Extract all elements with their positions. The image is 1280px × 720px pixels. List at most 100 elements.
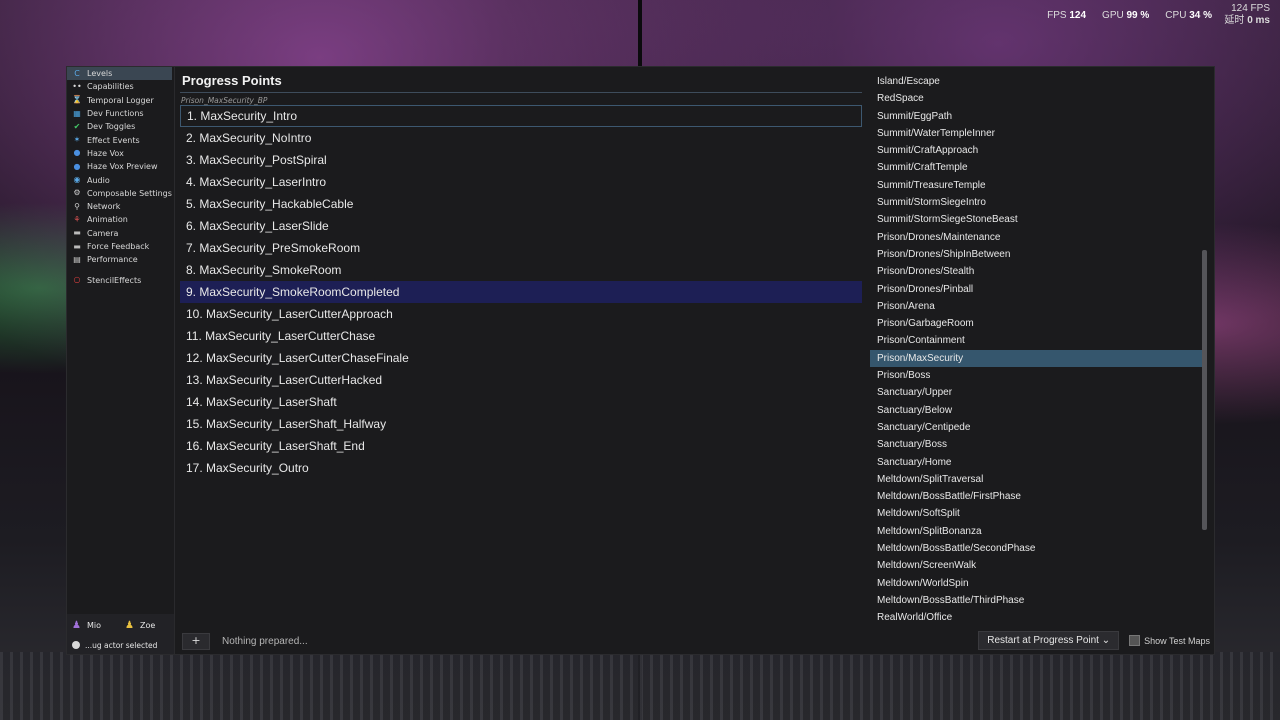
progress-point-item[interactable]: 16. MaxSecurity_LaserShaft_End <box>180 435 862 457</box>
level-item[interactable]: Meltdown/SplitTraversal <box>870 471 1202 488</box>
level-item[interactable]: Prison/Containment <box>870 332 1202 349</box>
progress-point-item[interactable]: 11. MaxSecurity_LaserCutterChase <box>180 325 862 347</box>
restart-at-progress-point-button[interactable]: Restart at Progress Point ⌄ <box>978 631 1120 650</box>
sidebar-item-label: Dev Functions <box>87 109 144 119</box>
actor-selection[interactable]: ...ug actor selected <box>67 636 174 654</box>
level-item[interactable]: Meltdown/SplitBonanza <box>870 523 1202 540</box>
progress-point-item[interactable]: 10. MaxSecurity_LaserCutterApproach <box>180 303 862 325</box>
level-item[interactable]: Meltdown/BossBattle/SecondPhase <box>870 540 1202 557</box>
sidebar-item-dev-toggles[interactable]: ✔ Dev Toggles <box>67 120 174 133</box>
progress-point-item[interactable]: 2. MaxSecurity_NoIntro <box>180 127 862 149</box>
sidebar-item-audio[interactable]: ◉ Audio <box>67 173 174 186</box>
sidebar-footer: ♟ Mio ♟ Zoe ...ug actor selected <box>67 614 174 654</box>
sidebar-item-haze-vox[interactable]: ● Haze Vox <box>67 147 174 160</box>
progress-point-item[interactable]: 4. MaxSecurity_LaserIntro <box>180 171 862 193</box>
sidebar-item-icon: ✔ <box>73 121 81 131</box>
sidebar-item-temporal-logger[interactable]: ⌛ Temporal Logger <box>67 94 174 107</box>
sidebar-item-label: Audio <box>87 175 110 185</box>
progress-points-list: 1. MaxSecurity_Intro 2. MaxSecurity_NoInt… <box>180 105 862 479</box>
progress-points-box: Prison_MaxSecurity_BP 1. MaxSecurity_Int… <box>180 96 862 479</box>
sidebar-item-camera[interactable]: ▬ Camera <box>67 227 174 240</box>
level-item[interactable]: Sanctuary/Upper <box>870 384 1202 401</box>
level-item[interactable]: Sanctuary/Below <box>870 402 1202 419</box>
level-item[interactable]: Summit/TreasureTemple <box>870 177 1202 194</box>
sidebar-item-icon: ✶ <box>73 135 81 145</box>
level-item[interactable]: Prison/Arena <box>870 298 1202 315</box>
level-item[interactable]: Meltdown/BossBattle/ThirdPhase <box>870 592 1202 609</box>
progress-point-item[interactable]: 13. MaxSecurity_LaserCutterHacked <box>180 369 862 391</box>
sidebar-item-performance[interactable]: ▤ Performance <box>67 253 174 266</box>
player-zoe[interactable]: ♟ Zoe <box>125 620 174 631</box>
sidebar-item-icon: ▬ <box>73 228 81 238</box>
level-item[interactable]: RealWorld/Office <box>870 609 1202 626</box>
sidebar: C Levels •• Capabilities ⌛ Temporal Logger ▦ De… <box>67 67 175 654</box>
level-item[interactable]: Prison/Boss <box>870 367 1202 384</box>
sidebar-item-label: Effect Events <box>87 135 140 145</box>
gpu-stat: GPU 99 % <box>1102 10 1150 21</box>
sidebar-item-label: Camera <box>87 228 119 238</box>
level-item[interactable]: Prison/Drones/Maintenance <box>870 229 1202 246</box>
person-icon: ♟ <box>72 619 81 631</box>
fps-overlay: 124 FPS 延时 0 ms <box>1224 3 1270 27</box>
level-item[interactable]: Summit/StormSiegeStoneBeast <box>870 211 1202 228</box>
level-item[interactable]: Summit/EggPath <box>870 108 1202 125</box>
level-item[interactable]: Summit/CraftApproach <box>870 142 1202 159</box>
sidebar-item-stencil-effects[interactable]: ○ StencilEffects <box>67 273 174 286</box>
show-test-maps-toggle[interactable]: Show Test Maps <box>1129 635 1210 646</box>
progress-point-item[interactable]: 17. MaxSecurity_Outro <box>180 457 862 479</box>
level-item[interactable]: Sanctuary/Home <box>870 454 1202 471</box>
person-icon: ♟ <box>125 619 134 631</box>
level-item[interactable]: Summit/CraftTemple <box>870 159 1202 176</box>
sidebar-item-capabilities[interactable]: •• Capabilities <box>67 80 174 93</box>
progress-point-item[interactable]: 1. MaxSecurity_Intro <box>180 105 862 127</box>
progress-point-item[interactable]: 5. MaxSecurity_HackableCable <box>180 193 862 215</box>
level-item[interactable]: Meltdown/ScreenWalk <box>870 557 1202 574</box>
level-item[interactable]: Meltdown/WorldSpin <box>870 575 1202 592</box>
background-floor <box>0 652 1280 720</box>
sidebar-item-label: Temporal Logger <box>87 95 154 105</box>
sidebar-item-network[interactable]: ⚲ Network <box>67 200 174 213</box>
sidebar-item-haze-vox-preview[interactable]: ● Haze Vox Preview <box>67 160 174 173</box>
progress-point-item[interactable]: 15. MaxSecurity_LaserShaft_Halfway <box>180 413 862 435</box>
level-item[interactable]: Island/Escape <box>870 73 1202 90</box>
level-item[interactable]: Prison/Drones/Stealth <box>870 263 1202 280</box>
level-item[interactable]: Prison/Drones/ShipInBetween <box>870 246 1202 263</box>
level-item[interactable]: Sanctuary/Boss <box>870 436 1202 453</box>
dev-menu-window: C Levels •• Capabilities ⌛ Temporal Logger ▦ De… <box>66 66 1215 655</box>
level-item[interactable]: Summit/WaterTempleInner <box>870 125 1202 142</box>
sidebar-item-label: Haze Vox <box>87 148 124 158</box>
level-item[interactable]: Sanctuary/Centipede <box>870 419 1202 436</box>
level-item[interactable]: Prison/GarbageRoom <box>870 315 1202 332</box>
sidebar-item-animation[interactable]: ⚘ Animation <box>67 213 174 226</box>
sidebar-item-icon: ▬ <box>73 241 81 251</box>
sidebar-item-levels[interactable]: C Levels <box>67 67 172 81</box>
progress-point-item[interactable]: 12. MaxSecurity_LaserCutterChaseFinale <box>180 347 862 369</box>
sidebar-item-composable-settings[interactable]: ⚙ Composable Settings <box>67 187 174 200</box>
sidebar-item-force-feedback[interactable]: ▬ Force Feedback <box>67 240 174 253</box>
level-list-scrollbar[interactable] <box>1202 250 1207 530</box>
progress-point-item[interactable]: 7. MaxSecurity_PreSmokeRoom <box>180 237 862 259</box>
progress-point-item[interactable]: 8. MaxSecurity_SmokeRoom <box>180 259 862 281</box>
level-item[interactable]: Meltdown/BossBattle/FirstPhase <box>870 488 1202 505</box>
level-item[interactable]: Meltdown/SoftSplit <box>870 505 1202 522</box>
ring-icon: ○ <box>73 275 81 285</box>
player-mio[interactable]: ♟ Mio <box>72 620 121 631</box>
sidebar-item-dev-functions[interactable]: ▦ Dev Functions <box>67 107 174 120</box>
add-button[interactable]: + <box>182 633 210 650</box>
level-item[interactable]: Summit/StormSiegeIntro <box>870 194 1202 211</box>
sidebar-item-effect-events[interactable]: ✶ Effect Events <box>67 133 174 146</box>
sidebar-item-icon: •• <box>72 81 82 91</box>
prepare-status: Nothing prepared... <box>222 636 308 647</box>
progress-point-item[interactable]: 3. MaxSecurity_PostSpiral <box>180 149 862 171</box>
level-item[interactable]: Prison/MaxSecurity <box>870 349 1202 368</box>
show-test-maps-checkbox[interactable] <box>1129 635 1141 646</box>
progress-point-item[interactable]: 14. MaxSecurity_LaserShaft <box>180 391 862 413</box>
level-item[interactable]: Prison/Drones/Pinball <box>870 281 1202 298</box>
sidebar-item-icon: ● <box>73 161 81 171</box>
progress-point-item[interactable]: 6. MaxSecurity_LaserSlide <box>180 215 862 237</box>
sidebar-item-label: Force Feedback <box>87 242 150 251</box>
sidebar-item-label: Levels <box>87 69 113 79</box>
progress-point-item[interactable]: 9. MaxSecurity_SmokeRoomCompleted <box>180 281 862 303</box>
level-item[interactable]: RedSpace <box>870 90 1202 107</box>
cpu-stat: CPU 34 % <box>1165 10 1212 21</box>
